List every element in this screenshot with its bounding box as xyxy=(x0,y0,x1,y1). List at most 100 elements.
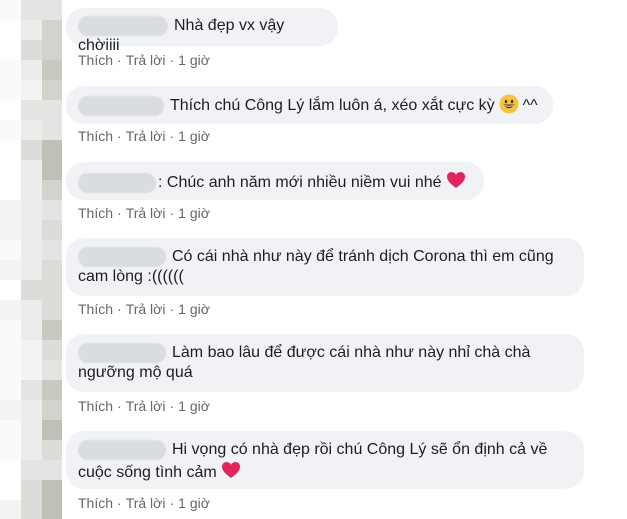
timestamp[interactable]: 1 giờ xyxy=(178,397,210,415)
reply-link[interactable]: Trả lời xyxy=(126,127,166,145)
mosaic-cell xyxy=(0,300,21,320)
mosaic-cell xyxy=(0,420,21,440)
separator: · xyxy=(169,398,175,414)
like-link[interactable]: Thích xyxy=(78,204,113,222)
comment-actions: Thích · Trả lời · 1 giờ xyxy=(78,300,210,318)
mosaic-cell xyxy=(42,140,62,160)
mosaic-cell xyxy=(0,180,21,200)
mosaic-cell xyxy=(21,500,42,519)
mosaic-cell xyxy=(21,200,42,220)
mosaic-cell xyxy=(21,320,42,340)
comment-bubble: Hi vọng có nhà đẹp rồi chú Công Lý sẽ ổn… xyxy=(66,431,584,489)
blurred-commenter-name[interactable] xyxy=(78,343,166,363)
comment-text-line1: Có cái nhà như này để tránh dịch Corona … xyxy=(172,248,554,266)
comment-text: Thích chú Công Lý lắm luôn á, xéo xắt cự… xyxy=(170,97,495,114)
timestamp[interactable]: 1 giờ xyxy=(178,300,210,318)
mosaic-cell xyxy=(0,0,21,20)
mosaic-cell xyxy=(42,80,62,100)
mosaic-cell xyxy=(0,240,21,260)
mosaic-cell xyxy=(21,220,42,240)
mosaic-cell xyxy=(21,160,42,180)
reply-link[interactable]: Trả lời xyxy=(126,397,166,415)
mosaic-cell xyxy=(42,360,62,380)
timestamp[interactable]: 1 giờ xyxy=(178,494,210,512)
mosaic-cell xyxy=(0,280,21,300)
comment-bubble: Có cái nhà như này để tránh dịch Corona … xyxy=(66,238,584,296)
separator: · xyxy=(117,495,122,511)
blurred-commenter-name[interactable] xyxy=(78,172,156,193)
mosaic-cell xyxy=(42,220,62,240)
reply-link[interactable]: Trả lời xyxy=(126,300,166,318)
mosaic-cell xyxy=(42,240,62,260)
mosaic-cell xyxy=(21,460,42,480)
comment-bubble: : Chúc anh năm mới nhiều niềm vui nhé xyxy=(66,162,484,200)
mosaic-cell xyxy=(0,380,21,400)
mosaic-cell xyxy=(42,200,62,220)
mosaic-cell xyxy=(42,380,62,400)
like-link[interactable]: Thích xyxy=(78,494,113,512)
mosaic-cell xyxy=(0,200,21,220)
mosaic-cell xyxy=(0,260,21,280)
separator: · xyxy=(117,205,122,221)
mosaic-cell xyxy=(21,40,42,60)
mosaic-cell xyxy=(42,400,62,420)
red-heart-emoji-icon xyxy=(221,462,240,479)
timestamp[interactable]: 1 giờ xyxy=(178,51,210,69)
comment-actions: Thích · Trả lời · 1 giờ xyxy=(78,51,210,69)
reply-link[interactable]: Trả lời xyxy=(126,494,166,512)
mosaic-cell xyxy=(0,20,21,40)
comment-actions: Thích · Trả lời · 1 giờ xyxy=(78,204,210,222)
mosaic-cell xyxy=(0,80,21,100)
separator: · xyxy=(117,128,122,144)
reply-link[interactable]: Trả lời xyxy=(126,204,166,222)
separator: · xyxy=(117,398,122,414)
comment-text-line2: cuộc sống tình cảm xyxy=(78,464,217,482)
comment-bubble: Làm bao lâu để được cái nhà như này nhỉ … xyxy=(66,334,584,392)
separator: · xyxy=(117,52,122,68)
like-link[interactable]: Thích xyxy=(78,51,113,69)
mosaic-cell xyxy=(0,160,21,180)
blurred-avatar-column xyxy=(0,0,62,519)
like-link[interactable]: Thích xyxy=(78,127,113,145)
mosaic-cell xyxy=(42,40,62,60)
mosaic-cell xyxy=(21,180,42,200)
mosaic-cell xyxy=(0,120,21,140)
comment-text-suffix: ^^ xyxy=(522,97,538,114)
separator: · xyxy=(117,301,122,317)
mosaic-cell xyxy=(42,100,62,120)
mosaic-cell xyxy=(42,0,62,20)
comment-actions: Thích · Trả lời · 1 giờ xyxy=(78,127,210,145)
blurred-commenter-name[interactable] xyxy=(78,16,168,36)
grinning-face-emoji-icon xyxy=(499,94,519,114)
mosaic-cell xyxy=(42,480,62,500)
blurred-commenter-name[interactable] xyxy=(78,95,164,116)
mosaic-cell xyxy=(21,340,42,360)
mosaic-cell xyxy=(21,400,42,420)
comment-text-line2: ngưỡng mộ quá xyxy=(78,364,193,382)
mosaic-cell xyxy=(0,400,21,420)
reply-link[interactable]: Trả lời xyxy=(126,51,166,69)
mosaic-cell xyxy=(21,100,42,120)
mosaic-cell xyxy=(0,440,21,460)
comment-text-line2: cam lòng :(((((( xyxy=(78,268,184,286)
mosaic-cell xyxy=(0,40,21,60)
mosaic-cell xyxy=(42,300,62,320)
timestamp[interactable]: 1 giờ xyxy=(178,127,210,145)
mosaic-cell xyxy=(21,60,42,80)
mosaic-cell xyxy=(0,500,21,519)
comment-actions: Thích · Trả lời · 1 giờ xyxy=(78,494,210,512)
mosaic-cell xyxy=(42,460,62,480)
mosaic-cell xyxy=(42,160,62,180)
mosaic-cell xyxy=(42,20,62,40)
timestamp[interactable]: 1 giờ xyxy=(178,204,210,222)
blurred-commenter-name[interactable] xyxy=(78,440,166,460)
blurred-commenter-name[interactable] xyxy=(78,247,166,267)
mosaic-cell xyxy=(21,0,42,20)
like-link[interactable]: Thích xyxy=(78,300,113,318)
mosaic-cell xyxy=(21,80,42,100)
mosaic-cell xyxy=(21,300,42,320)
mosaic-cell xyxy=(21,440,42,460)
like-link[interactable]: Thích xyxy=(78,397,113,415)
mosaic-cell xyxy=(42,60,62,80)
mosaic-cell xyxy=(21,120,42,140)
